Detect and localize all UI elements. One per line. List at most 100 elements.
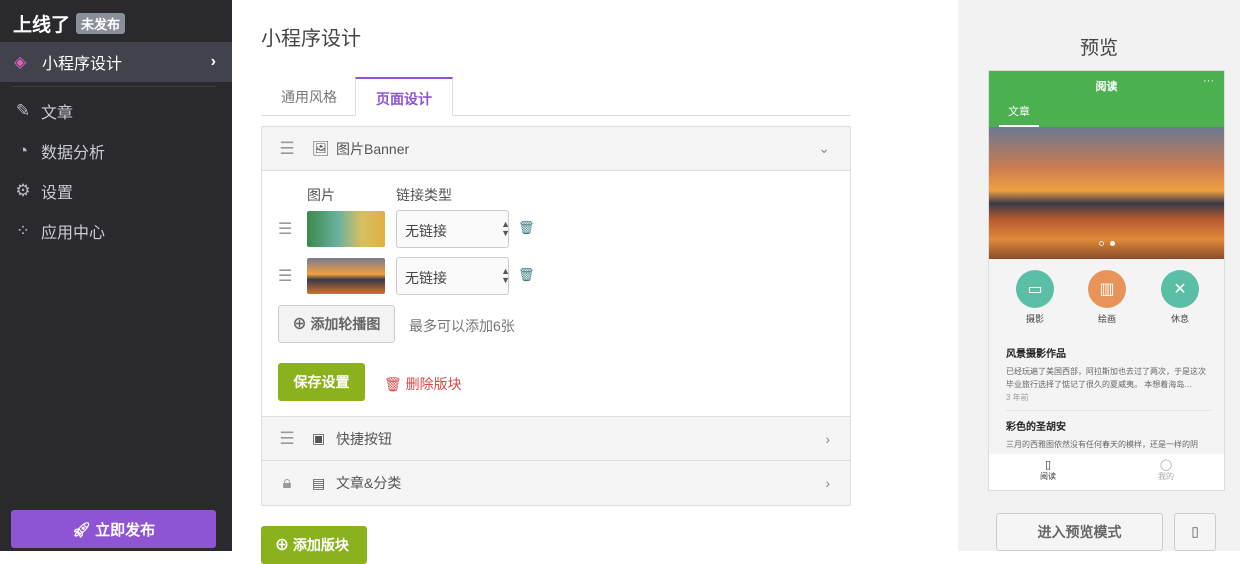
user-icon: ◯ [1159, 459, 1173, 471]
add-label: 添加轮播图 [310, 316, 381, 332]
link-type-select[interactable]: 无链接 ▲ ▼ [396, 210, 510, 248]
banner-row: ☰ 无链接 ▲ ▼ 🗑︎ [262, 257, 562, 295]
add-carousel-button[interactable]: ⊕ 添加轮播图 [278, 305, 395, 343]
drag-handle-icon[interactable]: ☰ [278, 219, 292, 239]
phone-tab-read: ▯ 阅读 [1028, 458, 1068, 482]
preview-panel: 预览 阅读 ··· 文章 ▭ 摄影 ▥ 绘画 ✕ 休息 风景摄影作品 已经玩遍了美国西… [958, 0, 1240, 551]
block-title: 图片Banner [336, 140, 410, 157]
link-type-select[interactable]: 无链接 ▲ ▼ [396, 257, 510, 295]
phone-preview: 阅读 ··· 文章 ▭ 摄影 ▥ 绘画 ✕ 休息 风景摄影作品 已经玩遍了美国西部，阿… [988, 70, 1225, 491]
article-excerpt: 已经玩遍了美国西部，阿拉斯加也去过了两次，于是这次毕业旅行选择了惦记了很久的夏威… [1006, 367, 1206, 389]
book-icon: ▯ [1044, 459, 1052, 471]
map-icon: ▥ [1088, 270, 1126, 308]
block-header-articles[interactable]: 🔒︎ ▤ 文章&分类 › [262, 461, 850, 505]
trash-icon: 🗑︎ [384, 376, 406, 392]
tools-icon: ✕ [1161, 270, 1199, 308]
select-arrows-icon: ▲ ▼ [501, 219, 510, 238]
select-value: 无链接 [405, 270, 447, 286]
sidebar-item-settings[interactable]: ⚙ 设置 [13, 179, 73, 203]
article-time: 3 年前 [1006, 393, 1029, 402]
sidebar-item-miniprogram-design[interactable]: ◈ 小程序设计 › [0, 42, 232, 82]
add-hint: 最多可以添加6张 [409, 318, 515, 334]
inbox-icon: ▤ [312, 474, 326, 491]
status-badge: 未发布 [76, 13, 126, 34]
tab-page-design[interactable]: 页面设计 [355, 77, 453, 116]
phone-header: 阅读 ··· 文章 [989, 71, 1224, 127]
drag-handle-icon[interactable]: ☰ [262, 429, 312, 449]
banner-thumbnail[interactable] [307, 211, 385, 247]
main: 小程序设计 通用风格 页面设计 ☰ 🖼︎ 图片Banner ⌄ 图片 链接类型 … [232, 0, 958, 564]
chevron-right-icon[interactable]: › [825, 431, 830, 447]
save-settings-button[interactable]: 保存设置 [278, 363, 365, 401]
quick-buttons: ▭ 摄影 ▥ 绘画 ✕ 休息 [989, 270, 1224, 330]
gear-icon: ⚙ [15, 181, 31, 200]
mobile-preview-button[interactable]: ▯ [1174, 513, 1216, 551]
brand-name: 上线了 [13, 15, 71, 36]
banner-editor: 图片 链接类型 ☰ 无链接 ▲ ▼ 🗑︎ ☰ 无链接 ▲ ▼ 🗑︎ ⊕ 添加轮播图 最多… [262, 171, 850, 417]
trash-icon[interactable]: 🗑︎ [518, 220, 535, 236]
divider [12, 86, 216, 87]
sidebar-item-label: 应用中心 [41, 225, 106, 242]
tab-general-style[interactable]: 通用风格 [261, 77, 357, 116]
tab-label: 阅读 [1040, 472, 1056, 481]
sidebar-item-app-center[interactable]: ⁘ 应用中心 [13, 219, 105, 243]
preview-title: 预览 [1079, 38, 1118, 59]
pie-chart-icon: ◔ [17, 141, 29, 160]
chevron-down-icon[interactable]: ⌄ [818, 140, 830, 157]
quick-button: ✕ 休息 [1155, 270, 1205, 325]
sidebar-item-label: 小程序设计 [42, 56, 123, 73]
block-header-banner[interactable]: ☰ 🖼︎ 图片Banner ⌄ [262, 127, 850, 171]
quick-label: 绘画 [1097, 314, 1116, 324]
select-arrows-icon: ▲ ▼ [501, 266, 510, 285]
quick-label: 休息 [1170, 314, 1189, 324]
quick-button: ▭ 摄影 [1010, 270, 1060, 325]
feather-icon: ✎ [15, 101, 31, 120]
enter-preview-button[interactable]: 进入预览模式 [996, 513, 1163, 551]
drag-handle-icon[interactable]: ☰ [262, 139, 312, 159]
article-item: 彩色的圣胡安 三月的西雅图依然没有任何春天的模样，还是一样的阴 [1006, 421, 1211, 451]
add-block-button[interactable]: ⊕ 添加版块 [261, 526, 367, 564]
page-title: 小程序设计 [261, 28, 361, 50]
banner-thumbnail[interactable] [307, 258, 385, 294]
delete-label: 删除版块 [405, 376, 462, 392]
article-title: 彩色的圣胡安 [1006, 422, 1066, 433]
phone-banner [989, 127, 1224, 259]
publish-button[interactable]: 🚀︎ 立即发布 [11, 510, 216, 548]
column-image-label: 图片 [307, 187, 335, 203]
sidebar-item-label: 数据分析 [41, 145, 106, 162]
article-excerpt: 三月的西雅图依然没有任何春天的模样，还是一样的阴 [1006, 440, 1198, 449]
quick-button: ▥ 绘画 [1082, 270, 1132, 325]
tab-label: 我的 [1158, 472, 1174, 481]
block-title: 快捷按钮 [336, 430, 392, 447]
quick-label: 摄影 [1025, 314, 1044, 324]
more-icon: ··· [1203, 75, 1214, 87]
banner-row: ☰ 无链接 ▲ ▼ 🗑︎ [262, 210, 562, 248]
sidebar-item-analytics[interactable]: ◔ 数据分析 [13, 139, 105, 163]
image-icon: 🖼︎ [312, 140, 330, 156]
drag-handle-icon[interactable]: ☰ [278, 266, 292, 286]
chevron-right-icon[interactable]: › [825, 475, 830, 491]
carousel-dot [1099, 241, 1104, 246]
phone-title: 阅读 [1095, 81, 1118, 93]
delete-block-button[interactable]: 🗑︎ 删除版块 [384, 374, 462, 394]
grid-icon: ⁘ [15, 221, 31, 240]
monitor-icon: ▭ [1016, 270, 1054, 308]
publish-label: 立即发布 [95, 521, 156, 539]
block-header-quick-buttons[interactable]: ☰ ▣ 快捷按钮 › [262, 417, 850, 461]
rocket-icon: 🚀︎ [71, 521, 96, 539]
sidebar-item-label: 文章 [41, 105, 74, 122]
sidebar-item-articles[interactable]: ✎ 文章 [13, 99, 73, 123]
tabs: 通用风格 页面设计 [261, 77, 851, 116]
brand: 上线了 未发布 [13, 10, 126, 37]
picture-icon: ▣ [312, 430, 326, 446]
phone-tabbar: ▯ 阅读 ◯ 我的 [989, 454, 1224, 490]
sidebar-item-label: 设置 [41, 185, 74, 202]
carousel-dot-active [1110, 241, 1115, 246]
blocks-panel: ☰ 🖼︎ 图片Banner ⌄ 图片 链接类型 ☰ 无链接 ▲ ▼ 🗑︎ ☰ 无链接… [261, 126, 851, 506]
column-link-label: 链接类型 [396, 187, 452, 203]
plus-circle-icon: ⊕ [292, 316, 311, 332]
article-item: 风景摄影作品 已经玩遍了美国西部，阿拉斯加也去过了两次，于是这次毕业旅行选择了惦… [1006, 348, 1211, 411]
layers-icon: ◈ [14, 54, 27, 71]
phone-tab-me: ◯ 我的 [1146, 458, 1186, 482]
trash-icon[interactable]: 🗑︎ [518, 267, 535, 283]
